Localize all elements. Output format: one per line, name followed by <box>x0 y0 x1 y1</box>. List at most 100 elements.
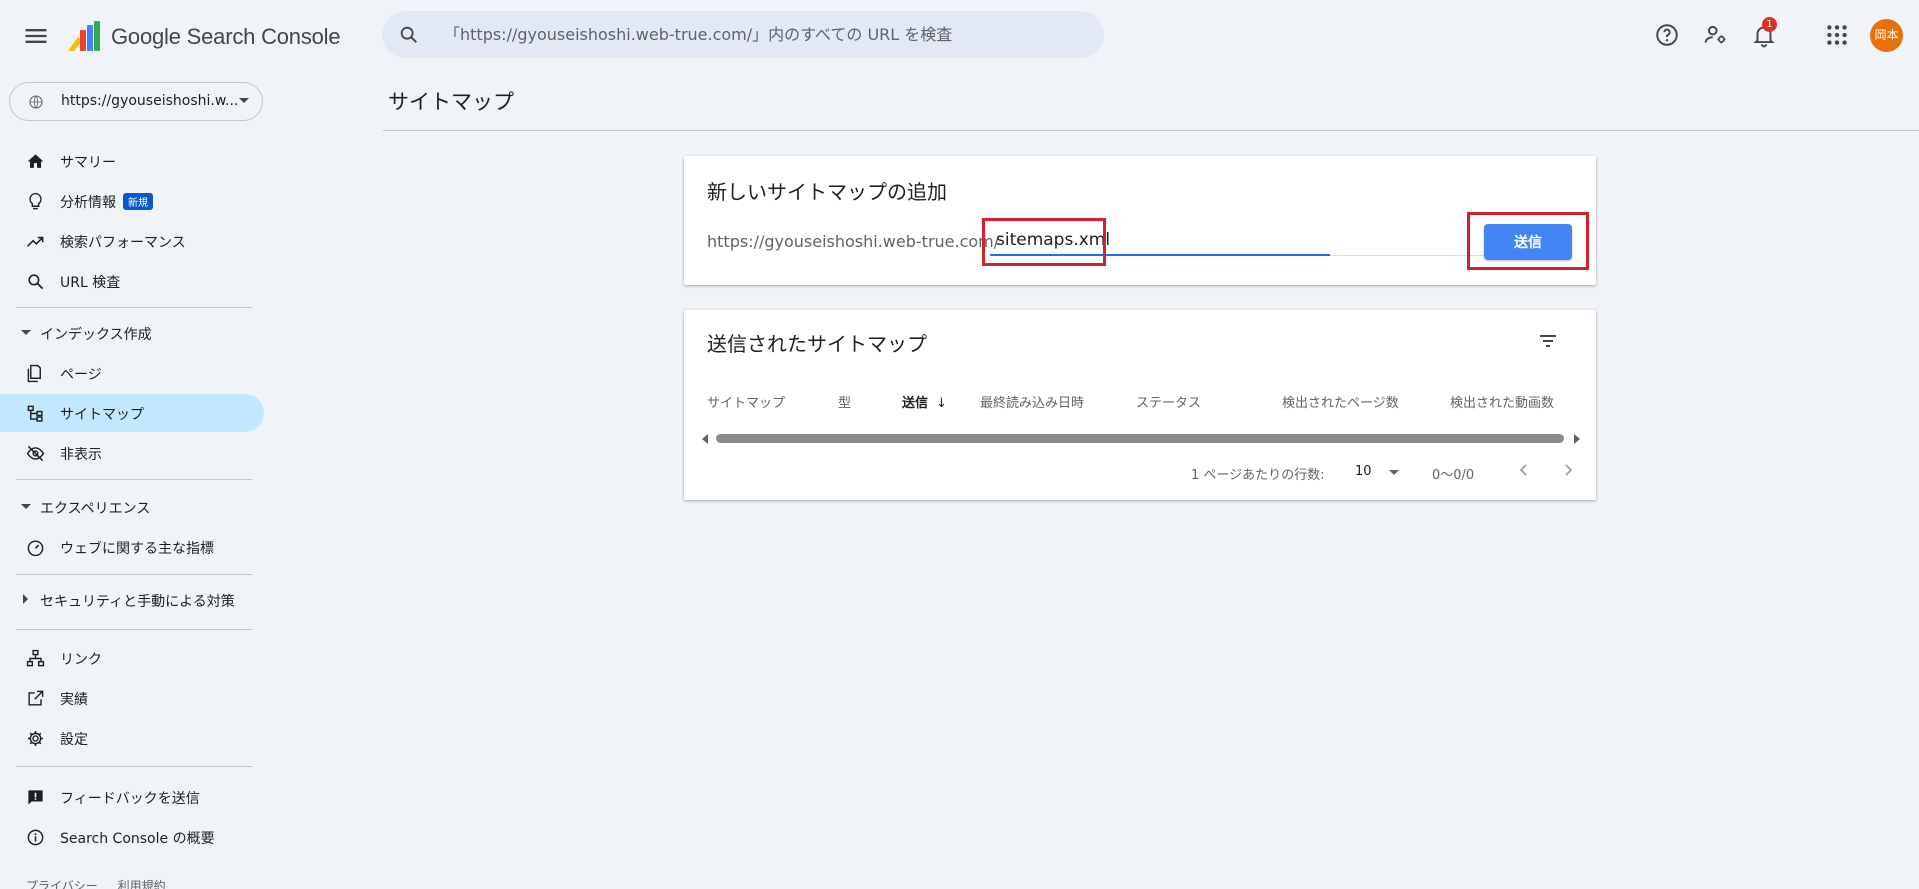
nav-removals[interactable]: 非表示 <box>0 434 264 472</box>
filter-icon[interactable] <box>1536 329 1560 353</box>
url-inspection-search[interactable] <box>382 11 1104 58</box>
nav-label: ウェブに関する主な指標 <box>60 541 214 557</box>
trending-up-icon <box>27 236 44 247</box>
nav-label: 非表示 <box>60 447 102 463</box>
app-title: Google Search Console <box>111 24 341 49</box>
nav-label: フィードバックを送信 <box>60 791 200 807</box>
nav-send-feedback[interactable]: フィードバックを送信 <box>0 778 264 816</box>
nav-insights[interactable]: 分析情報 新規 <box>0 182 264 220</box>
sidebar-divider <box>16 574 252 575</box>
col-status[interactable]: ステータス <box>1136 392 1201 411</box>
col-discovered-pages[interactable]: 検出されたページ数 <box>1282 392 1399 411</box>
page-title: サイトマップ <box>388 90 514 114</box>
user-settings-button[interactable] <box>1703 22 1729 48</box>
new-badge: 新規 <box>123 193 153 210</box>
nav-search-performance[interactable]: 検索パフォーマンス <box>0 222 264 260</box>
nav-label: 分析情報 新規 <box>60 192 153 212</box>
add-sitemap-title: 新しいサイトマップの追加 <box>707 180 947 204</box>
sitemap-icon <box>27 405 43 422</box>
nav-core-web-vitals[interactable]: ウェブに関する主な指標 <box>0 528 264 566</box>
property-selector[interactable]: https://gyouseishoshi.w... <box>9 82 263 121</box>
sitemap-url-input[interactable] <box>990 226 1330 256</box>
expand-less-icon <box>21 330 31 335</box>
section-label: セキュリティと手動による対策 <box>40 594 235 610</box>
nav-links[interactable]: リンク <box>0 639 264 677</box>
scrollbar-thumb[interactable] <box>716 434 1564 443</box>
open-in-new-icon <box>28 690 44 706</box>
google-apps-button[interactable] <box>1824 22 1850 48</box>
manage-accounts-icon <box>1704 25 1726 44</box>
section-indexing[interactable]: インデックス作成 <box>0 316 264 350</box>
nav-sitemaps[interactable]: サイトマップ <box>0 394 264 432</box>
previous-page-icon[interactable] <box>1512 458 1536 482</box>
arrow-down-icon: ↓ <box>936 396 947 411</box>
nav-url-inspection[interactable]: URL 検査 <box>0 262 264 300</box>
pagination-range: 0〜0/0 <box>1432 468 1475 483</box>
sidebar-divider <box>16 479 252 480</box>
info-icon <box>27 829 44 846</box>
visibility-off-icon <box>26 445 45 462</box>
pages-icon <box>27 364 41 383</box>
gear-icon <box>27 730 44 747</box>
hamburger-menu-icon <box>25 29 47 43</box>
links-icon <box>26 649 45 667</box>
search-icon <box>400 26 418 44</box>
main-menu-button[interactable] <box>22 22 50 50</box>
globe-icon <box>29 95 43 109</box>
privacy-link[interactable]: プライバシー <box>26 879 98 889</box>
sidebar-divider <box>16 766 252 767</box>
nav-label: 設定 <box>60 732 88 748</box>
submit-sitemap-button[interactable]: 送信 <box>1484 224 1572 260</box>
help-icon <box>1656 24 1678 46</box>
apps-grid-icon <box>1827 25 1847 45</box>
submitted-sitemaps-title: 送信されたサイトマップ <box>707 332 927 356</box>
rows-per-page-label: 1 ページあたりの行数: <box>1191 468 1325 483</box>
col-discovered-videos[interactable]: 検出された動画数 <box>1450 392 1554 411</box>
nav-pages[interactable]: ページ <box>0 354 264 392</box>
home-icon <box>27 154 44 168</box>
section-experience[interactable]: エクスペリエンス <box>0 490 264 524</box>
url-inspection-input[interactable] <box>444 11 1084 58</box>
col-sitemap[interactable]: サイトマップ <box>707 392 785 411</box>
lightbulb-icon <box>29 192 42 210</box>
terms-link[interactable]: 利用規約 <box>118 879 166 889</box>
section-security[interactable]: セキュリティと手動による対策 <box>0 583 264 617</box>
nav-label: サマリー <box>60 155 116 171</box>
horizontal-scrollbar[interactable] <box>702 434 1582 444</box>
title-divider <box>383 130 1919 131</box>
scroll-right-icon[interactable] <box>1574 434 1580 444</box>
sidebar-divider <box>16 307 252 308</box>
nav-label: 実績 <box>60 692 88 708</box>
help-button[interactable] <box>1654 22 1680 48</box>
rows-per-page-select[interactable]: 10 <box>1351 458 1411 486</box>
notification-count-badge: 1 <box>1762 17 1777 32</box>
col-type[interactable]: 型 <box>838 392 851 411</box>
account-avatar[interactable]: 岡本 <box>1870 19 1903 52</box>
nav-label: Search Console の概要 <box>60 831 215 847</box>
next-page-icon[interactable] <box>1556 458 1580 482</box>
nav-achievements[interactable]: 実績 <box>0 679 264 717</box>
nav-label: URL 検査 <box>60 275 121 291</box>
col-submitted[interactable]: 送信 ↓ <box>902 392 947 411</box>
sidebar-divider <box>16 629 252 630</box>
col-last-read[interactable]: 最終読み込み日時 <box>980 392 1084 411</box>
nav-summary[interactable]: サマリー <box>0 142 264 180</box>
nav-about-search-console[interactable]: Search Console の概要 <box>0 818 264 856</box>
search-icon <box>28 274 44 290</box>
top-app-bar: Google Search Console 1 岡本 <box>0 0 1919 72</box>
property-url: https://gyouseishoshi.w... <box>61 93 239 109</box>
nav-settings[interactable]: 設定 <box>0 719 264 757</box>
nav-label: ページ <box>60 367 102 383</box>
scroll-left-icon[interactable] <box>702 434 708 444</box>
expand-less-icon <box>21 504 31 509</box>
sidebar-footer: プライバシー 利用規約 <box>26 877 182 889</box>
expand-more-icon <box>23 594 28 604</box>
feedback-icon <box>28 790 43 805</box>
col-submitted-label: 送信 <box>902 396 929 411</box>
add-sitemap-card: 新しいサイトマップの追加 https://gyouseishoshi.web-t… <box>684 156 1596 285</box>
sitemap-url-prefix: https://gyouseishoshi.web-true.com/ <box>707 232 1000 251</box>
chevron-down-icon <box>239 98 249 103</box>
search-console-logo-icon <box>68 21 102 51</box>
chevron-down-icon <box>1389 470 1399 475</box>
nav-label: 検索パフォーマンス <box>60 235 186 251</box>
